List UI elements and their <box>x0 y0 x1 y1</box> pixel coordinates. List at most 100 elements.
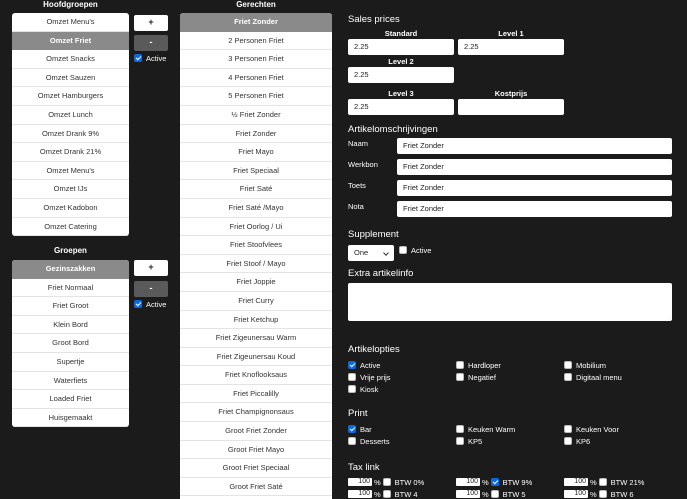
hoofdgroep-active-checkbox[interactable]: Active <box>134 53 166 63</box>
werkbon-input[interactable]: Friet Zonder <box>397 159 672 175</box>
option-kiosk-checkbox[interactable]: Kiosk <box>348 384 378 394</box>
level2-label: Level 2 <box>388 57 414 66</box>
remove-hoofdgroep-button[interactable]: - <box>134 35 168 51</box>
add-hoofdgroep-button[interactable]: + <box>134 15 168 31</box>
list-item[interactable]: Klein Bord <box>12 316 129 335</box>
list-item[interactable]: Omzet IJs <box>12 180 129 199</box>
list-item[interactable]: Friet Zonder <box>180 13 332 32</box>
tax-btw6[interactable]: 100% BTW 6 <box>564 489 634 499</box>
list-item[interactable]: Friet Curry <box>180 292 332 311</box>
list-item[interactable]: Friet Zigeunersau Warm <box>180 329 332 348</box>
list-item[interactable]: Omzet Kadobon <box>12 199 129 218</box>
groep-active-checkbox[interactable]: Active <box>134 299 166 309</box>
checkbox-unchecked-icon[interactable] <box>382 490 391 499</box>
nota-input[interactable]: Friet Zonder <box>397 201 672 217</box>
list-item[interactable]: Friet Groot <box>12 297 129 316</box>
tax-percent-input[interactable]: 100 <box>564 478 588 487</box>
tax-percent-input[interactable]: 100 <box>456 478 480 487</box>
list-item[interactable]: Friet Normaal <box>12 279 129 298</box>
checkbox-unchecked-icon[interactable] <box>598 478 607 487</box>
option-vrije-prijs-checkbox[interactable]: Vrije prijs <box>348 372 391 382</box>
list-item[interactable]: Waterfiets <box>12 372 129 391</box>
list-item[interactable]: Friet Joppie <box>180 273 332 292</box>
tax-btw5[interactable]: 100% BTW 5 <box>456 489 526 499</box>
standard-price-input[interactable]: 2.25 <box>348 39 454 55</box>
option-active-checkbox[interactable]: Active <box>348 360 380 370</box>
toets-input[interactable]: Friet Zonder <box>397 180 672 196</box>
checkbox-unchecked-icon <box>348 437 356 446</box>
supplement-active-checkbox[interactable]: Active <box>399 245 431 255</box>
naam-input[interactable]: Friet Zonder <box>397 138 672 154</box>
list-item[interactable]: 5 Personen Friet <box>180 87 332 106</box>
add-groep-button[interactable]: + <box>134 260 168 276</box>
list-item[interactable]: Huisgemaakt <box>12 409 129 428</box>
tax-btw4[interactable]: 100% BTW 4 <box>348 489 418 499</box>
list-item[interactable]: Gezinszakken <box>12 260 129 279</box>
list-item[interactable]: ½ Friet Zonder <box>180 106 332 125</box>
list-item[interactable]: Omzet Menu's <box>12 162 129 181</box>
print-desserts-checkbox[interactable]: Desserts <box>348 436 390 446</box>
checkbox-unchecked-icon[interactable] <box>490 490 499 499</box>
list-item[interactable]: Friet Stoof / Mayo <box>180 255 332 274</box>
checkbox-unchecked-icon[interactable] <box>598 490 607 499</box>
level3-price-input[interactable]: 2.25 <box>348 99 454 115</box>
print-bar-checkbox[interactable]: Bar <box>348 424 372 434</box>
print-keuken-warm-checkbox[interactable]: Keuken Warm <box>456 424 515 434</box>
option-digitaal-menu-checkbox[interactable]: Digitaal menu <box>564 372 622 382</box>
list-item[interactable]: 4 Personen Friet <box>180 69 332 88</box>
list-item[interactable]: Friet Stoofvlees <box>180 236 332 255</box>
print-kp5-checkbox[interactable]: KP5 <box>456 436 482 446</box>
list-item[interactable]: Friet Mayo <box>180 143 332 162</box>
list-item[interactable]: Omzet Lunch <box>12 106 129 125</box>
tax-percent-input[interactable]: 100 <box>348 490 372 499</box>
tax-percent-input[interactable]: 100 <box>456 490 480 499</box>
list-item[interactable]: Loaded Friet <box>12 390 129 409</box>
list-item[interactable]: Friet Saté <box>180 180 332 199</box>
option-negatief-checkbox[interactable]: Negatief <box>456 372 496 382</box>
list-item[interactable]: Groot Friet Saté <box>180 478 332 497</box>
list-item[interactable]: Friet Saté /Mayo <box>180 199 332 218</box>
list-item[interactable]: Omzet Drank 21% <box>12 143 129 162</box>
list-item[interactable]: Groot Friet Zonder <box>180 422 332 441</box>
tax-btw0[interactable]: 100% BTW 0% <box>348 477 424 487</box>
extra-info-textarea[interactable] <box>348 283 672 321</box>
checkbox-unchecked-icon <box>456 437 464 446</box>
kostprijs-input[interactable] <box>458 99 564 115</box>
option-hardloper-checkbox[interactable]: Hardloper <box>456 360 501 370</box>
list-item[interactable]: Omzet Drank 9% <box>12 125 129 144</box>
list-item[interactable]: 2 Personen Friet <box>180 32 332 51</box>
checkbox-checked-icon[interactable] <box>490 478 499 487</box>
list-item[interactable]: Friet Zigeunersau Koud <box>180 348 332 367</box>
list-item[interactable]: Omzet Menu's <box>12 13 129 32</box>
list-item[interactable]: 3 Personen Friet <box>180 50 332 69</box>
list-item[interactable]: Groot Bord <box>12 334 129 353</box>
list-item[interactable]: Groot Friet Mayo <box>180 441 332 460</box>
checkbox-checked-icon <box>134 54 142 63</box>
list-item[interactable]: Omzet Sauzen <box>12 69 129 88</box>
list-item[interactable]: Omzet Friet <box>12 31 129 51</box>
checkbox-unchecked-icon[interactable] <box>382 478 391 487</box>
list-item[interactable]: Friet Speciaal <box>180 162 332 181</box>
print-keuken-voor-checkbox[interactable]: Keuken Voor <box>564 424 619 434</box>
list-item[interactable]: Omzet Hamburgers <box>12 87 129 106</box>
list-item[interactable]: Omzet Snacks <box>12 50 129 69</box>
list-item[interactable]: Groot Friet Speciaal <box>180 459 332 478</box>
list-item[interactable]: Friet Oorlog / Ui <box>180 218 332 237</box>
supplement-select[interactable]: One <box>348 245 394 261</box>
level2-price-input[interactable]: 2.25 <box>348 67 454 83</box>
list-item[interactable]: Omzet Catering <box>12 218 129 237</box>
tax-btw9[interactable]: 100% BTW 9% <box>456 477 532 487</box>
tax-percent-input[interactable]: 100 <box>348 478 372 487</box>
list-item[interactable]: Friet Zonder <box>180 125 332 144</box>
level1-price-input[interactable]: 2.25 <box>458 39 564 55</box>
list-item[interactable]: Friet Knoflooksaus <box>180 366 332 385</box>
list-item[interactable]: Supertje <box>12 353 129 372</box>
tax-percent-input[interactable]: 100 <box>564 490 588 499</box>
list-item[interactable]: Friet Piccalilly <box>180 385 332 404</box>
print-kp6-checkbox[interactable]: KP6 <box>564 436 590 446</box>
tax-btw21[interactable]: 100% BTW 21% <box>564 477 644 487</box>
list-item[interactable]: Friet Ketchup <box>180 311 332 330</box>
list-item[interactable]: Friet Champignonsaus <box>180 403 332 423</box>
option-mobilium-checkbox[interactable]: Mobilium <box>564 360 606 370</box>
remove-groep-button[interactable]: - <box>134 281 168 297</box>
